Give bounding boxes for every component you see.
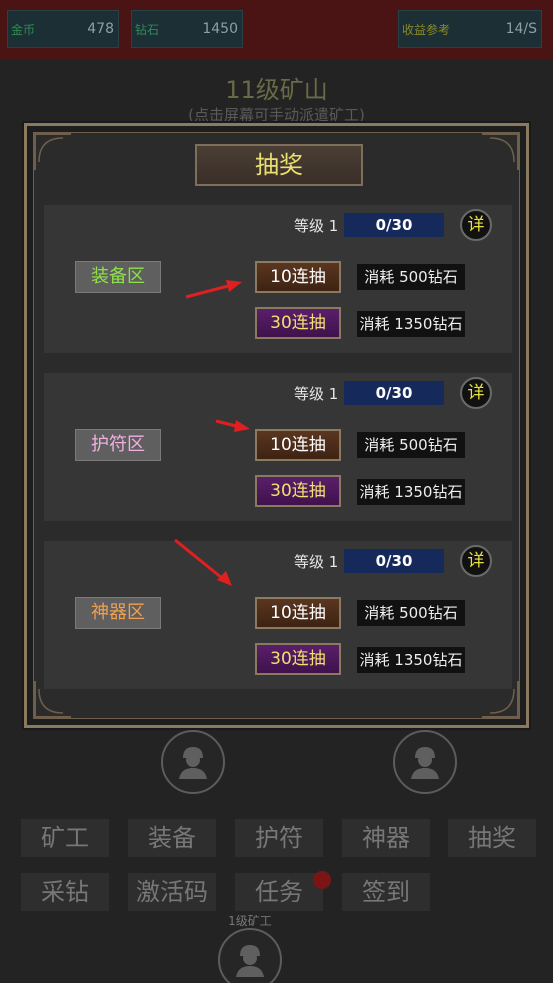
draw-30-cost: 消耗 1350钻石 <box>357 311 465 337</box>
zone-level: 等级 1 <box>294 385 339 403</box>
miner-slot-right[interactable] <box>393 730 457 794</box>
menu-amulet[interactable]: 护符 <box>235 819 323 857</box>
draw-30-cost: 消耗 1350钻石 <box>357 647 465 673</box>
menu-lottery[interactable]: 抽奖 <box>448 819 536 857</box>
menu-mine-diamond[interactable]: 采钻 <box>21 873 109 911</box>
draw-30-cost: 消耗 1350钻石 <box>357 479 465 505</box>
income-value: 14/S <box>505 21 537 37</box>
zone-level: 等级 1 <box>294 217 339 235</box>
diamond-value: 1450 <box>202 21 238 37</box>
draw-10-cost: 消耗 500钻石 <box>357 432 465 458</box>
lottery-dialog: 抽奖 等级 1 0/30 详 装备区 10连抽 消耗 500钻石 30连抽 消耗… <box>24 123 529 728</box>
miner-avatar-icon <box>411 747 439 779</box>
top-resource-bar: 金币 478 钻石 1450 收益参考 14/S <box>0 0 553 60</box>
diamond-label: 钻石 <box>135 22 160 37</box>
detail-button[interactable]: 详 <box>460 377 492 409</box>
draw-10-button[interactable]: 10连抽 <box>255 429 341 461</box>
miner-avatar-icon <box>236 945 264 977</box>
menu-equipment[interactable]: 装备 <box>128 819 216 857</box>
zone-level: 等级 1 <box>294 553 339 571</box>
draw-30-button[interactable]: 30连抽 <box>255 307 341 339</box>
gold-counter: 金币 478 <box>7 10 119 48</box>
gold-label: 金币 <box>11 22 36 37</box>
zone-name: 神器区 <box>75 597 161 629</box>
income-counter: 收益参考 14/S <box>398 10 542 48</box>
menu-tasks[interactable]: 任务 <box>235 873 323 911</box>
zone-name: 护符区 <box>75 429 161 461</box>
miner-slot-left[interactable] <box>161 730 225 794</box>
progress-text: 0/30 <box>375 384 413 402</box>
draw-10-cost: 消耗 500钻石 <box>357 264 465 290</box>
miner-slot-bottom[interactable] <box>218 928 282 983</box>
draw-10-button[interactable]: 10连抽 <box>255 597 341 629</box>
zone-progress-bar: 0/30 <box>344 549 444 573</box>
amulet-zone: 等级 1 0/30 详 护符区 10连抽 消耗 500钻石 30连抽 消耗 13… <box>44 373 512 521</box>
miner-level-label: 1级矿工 <box>228 914 272 928</box>
zone-progress-bar: 0/30 <box>344 381 444 405</box>
draw-30-button[interactable]: 30连抽 <box>255 643 341 675</box>
progress-text: 0/30 <box>375 552 413 570</box>
miner-avatar-icon <box>179 747 207 779</box>
zone-name: 装备区 <box>75 261 161 293</box>
corner-ornament-icon <box>34 133 71 170</box>
equipment-zone: 等级 1 0/30 详 装备区 10连抽 消耗 500钻石 30连抽 消耗 13… <box>44 205 512 353</box>
mine-title: 11级矿山 <box>225 76 328 104</box>
detail-button[interactable]: 详 <box>460 545 492 577</box>
menu-activation-code[interactable]: 激活码 <box>128 873 216 911</box>
artifact-zone: 等级 1 0/30 详 神器区 10连抽 消耗 500钻石 30连抽 消耗 13… <box>44 541 512 689</box>
notification-dot <box>313 871 331 889</box>
draw-30-button[interactable]: 30连抽 <box>255 475 341 507</box>
mine-subtitle: (点击屏幕可手动派遣矿工) <box>188 106 365 124</box>
dialog-title: 抽奖 <box>195 144 363 186</box>
menu-miner[interactable]: 矿工 <box>21 819 109 857</box>
draw-10-cost: 消耗 500钻石 <box>357 600 465 626</box>
menu-checkin[interactable]: 签到 <box>342 873 430 911</box>
progress-text: 0/30 <box>375 216 413 234</box>
draw-10-button[interactable]: 10连抽 <box>255 261 341 293</box>
diamond-counter: 钻石 1450 <box>131 10 243 48</box>
gold-value: 478 <box>87 21 114 37</box>
detail-button[interactable]: 详 <box>460 209 492 241</box>
corner-ornament-icon <box>482 133 519 170</box>
income-label: 收益参考 <box>402 22 451 37</box>
zone-progress-bar: 0/30 <box>344 213 444 237</box>
menu-artifact[interactable]: 神器 <box>342 819 430 857</box>
